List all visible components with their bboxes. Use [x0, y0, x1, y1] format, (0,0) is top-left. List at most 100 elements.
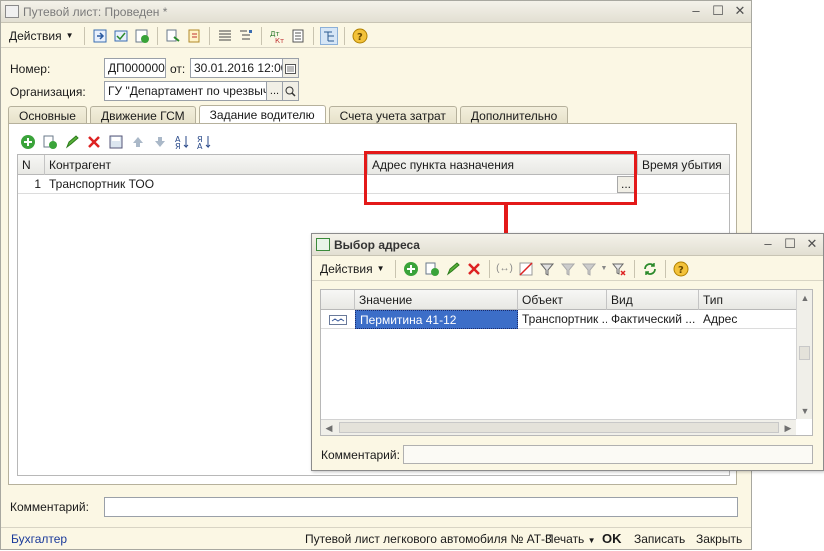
- post-and-close-icon[interactable]: [91, 27, 109, 45]
- save-icon[interactable]: [133, 27, 151, 45]
- minimize-icon[interactable]: –: [689, 4, 703, 18]
- post-icon[interactable]: [112, 27, 130, 45]
- document-icon: [5, 5, 19, 18]
- row-znachenie[interactable]: Пермитина 41-12: [355, 310, 518, 329]
- sort-asc-icon[interactable]: АЯ: [173, 133, 191, 151]
- col-obekt[interactable]: Объект: [518, 290, 607, 310]
- scroll-down-icon[interactable]: ▼: [798, 404, 812, 418]
- row-obekt: Транспортник ...: [522, 312, 607, 326]
- add-icon[interactable]: [19, 133, 37, 151]
- org-select-button[interactable]: ...: [266, 81, 283, 101]
- row-vid: Фактический ...: [611, 312, 696, 326]
- chevron-down-icon: ▼: [587, 536, 596, 545]
- address-row-icon: [325, 310, 351, 329]
- copy-icon[interactable]: [41, 133, 59, 151]
- col-icon: [321, 290, 355, 310]
- report-icon[interactable]: [289, 27, 307, 45]
- delete-icon[interactable]: [85, 133, 103, 151]
- comment-field[interactable]: [104, 497, 738, 517]
- col-n[interactable]: N: [18, 155, 45, 175]
- help-icon[interactable]: ?: [672, 260, 690, 278]
- structure-icon[interactable]: [185, 27, 203, 45]
- col-znachenie[interactable]: Значение: [355, 290, 518, 310]
- refresh-icon[interactable]: [641, 260, 659, 278]
- fill-icon[interactable]: [107, 133, 125, 151]
- tab-zadanie-voditelyu[interactable]: Задание водителю: [198, 105, 326, 125]
- table-row[interactable]: Пермитина 41-12 Транспортник ... Фактиче…: [321, 310, 796, 329]
- delete-icon[interactable]: [465, 260, 483, 278]
- subordinate-icon[interactable]: [237, 27, 255, 45]
- filter-clear-icon[interactable]: [610, 260, 628, 278]
- col-tip[interactable]: Тип: [699, 290, 798, 310]
- dialog-comment-label: Комментарий:: [321, 448, 400, 462]
- print-button[interactable]: Печать ▼: [545, 532, 596, 546]
- filter-value-icon[interactable]: [559, 260, 577, 278]
- save-button[interactable]: Записать: [634, 532, 685, 546]
- create-based-on-icon[interactable]: [164, 27, 182, 45]
- date-field[interactable]: 30.01.2016 12:00:: [190, 58, 283, 78]
- minimize-icon[interactable]: –: [761, 237, 775, 251]
- svg-text:А: А: [197, 142, 203, 150]
- print-form-link[interactable]: Путевой лист легкового автомобиля № АТ-3: [305, 532, 552, 546]
- horizontal-scrollbar[interactable]: ◀ ▶: [321, 419, 796, 435]
- svg-text:Кт: Кт: [275, 37, 284, 44]
- scroll-thumb[interactable]: [339, 422, 779, 433]
- row-vremya[interactable]: [638, 175, 731, 194]
- maximize-icon[interactable]: ☐: [711, 4, 725, 18]
- vertical-scrollbar[interactable]: ▲ ▼: [796, 290, 812, 419]
- chevron-down-icon[interactable]: ▼: [601, 265, 608, 272]
- actions-label: Действия: [9, 28, 62, 43]
- search-icon[interactable]: [282, 81, 299, 101]
- ot-label: от:: [170, 62, 186, 76]
- row-tip: Адрес: [703, 312, 738, 326]
- svg-text:?: ?: [357, 32, 363, 43]
- dt-kt-icon[interactable]: Дт Кт: [268, 27, 286, 45]
- scroll-right-icon[interactable]: ▶: [781, 421, 795, 435]
- address-table[interactable]: Значение Объект Вид Тип Пермитина 41-12 …: [320, 289, 813, 436]
- nomer-label: Номер:: [10, 62, 51, 76]
- close-icon[interactable]: ✕: [733, 4, 747, 18]
- add-icon[interactable]: [402, 260, 420, 278]
- user-link[interactable]: Бухгалтер: [11, 532, 67, 546]
- edit-icon[interactable]: [444, 260, 462, 278]
- actions-menu-button[interactable]: Действия ▼: [5, 26, 78, 46]
- link-icon[interactable]: (↔): [496, 260, 514, 278]
- main-window-title: Путевой лист: Проведен *: [23, 5, 168, 19]
- svg-text:?: ?: [678, 265, 684, 276]
- close-button[interactable]: Закрыть: [696, 532, 742, 546]
- dialog-toolbar: Действия ▼ (↔) ▼ ?: [312, 257, 823, 281]
- sort-desc-icon[interactable]: ЯА: [195, 133, 213, 151]
- close-icon[interactable]: ✕: [805, 237, 819, 251]
- org-field[interactable]: ГУ "Департамент по чрезвычай: [104, 81, 267, 101]
- list-icon[interactable]: [216, 27, 234, 45]
- ok-button[interactable]: OK: [602, 531, 622, 546]
- copy-icon[interactable]: [423, 260, 441, 278]
- scroll-up-icon[interactable]: ▲: [798, 291, 812, 305]
- dialog-comment-field[interactable]: [403, 445, 813, 464]
- svg-text:Я: Я: [175, 142, 181, 150]
- highlight-box: [364, 151, 637, 205]
- col-kontragent[interactable]: Контрагент: [45, 155, 368, 175]
- table-header: Значение Объект Вид Тип: [321, 290, 796, 310]
- main-titlebar: Путевой лист: Проведен * – ☐ ✕: [1, 1, 751, 23]
- edit-icon[interactable]: [63, 133, 81, 151]
- col-vid[interactable]: Вид: [607, 290, 699, 310]
- chevron-down-icon: ▼: [65, 31, 74, 40]
- print-label: Печать: [545, 532, 585, 546]
- dialog-actions-menu-button[interactable]: Действия ▼: [316, 259, 389, 279]
- filter-icon[interactable]: [538, 260, 556, 278]
- help-icon[interactable]: ?: [351, 27, 369, 45]
- col-vremya[interactable]: Время убытия: [638, 155, 731, 175]
- calendar-icon[interactable]: [282, 58, 299, 78]
- scroll-thumb[interactable]: [799, 346, 810, 360]
- filter-off-icon[interactable]: [517, 260, 535, 278]
- filter-list-icon[interactable]: [580, 260, 598, 278]
- maximize-icon[interactable]: ☐: [783, 237, 797, 251]
- row-kontragent: Транспортник ТОО: [49, 177, 155, 191]
- nomer-field[interactable]: ДП0000000: [104, 58, 166, 78]
- dialog-title: Выбор адреса: [334, 238, 420, 252]
- scroll-left-icon[interactable]: ◀: [322, 421, 336, 435]
- move-up-icon[interactable]: [129, 133, 147, 151]
- hierarchy-icon[interactable]: [319, 26, 338, 45]
- move-down-icon[interactable]: [151, 133, 169, 151]
